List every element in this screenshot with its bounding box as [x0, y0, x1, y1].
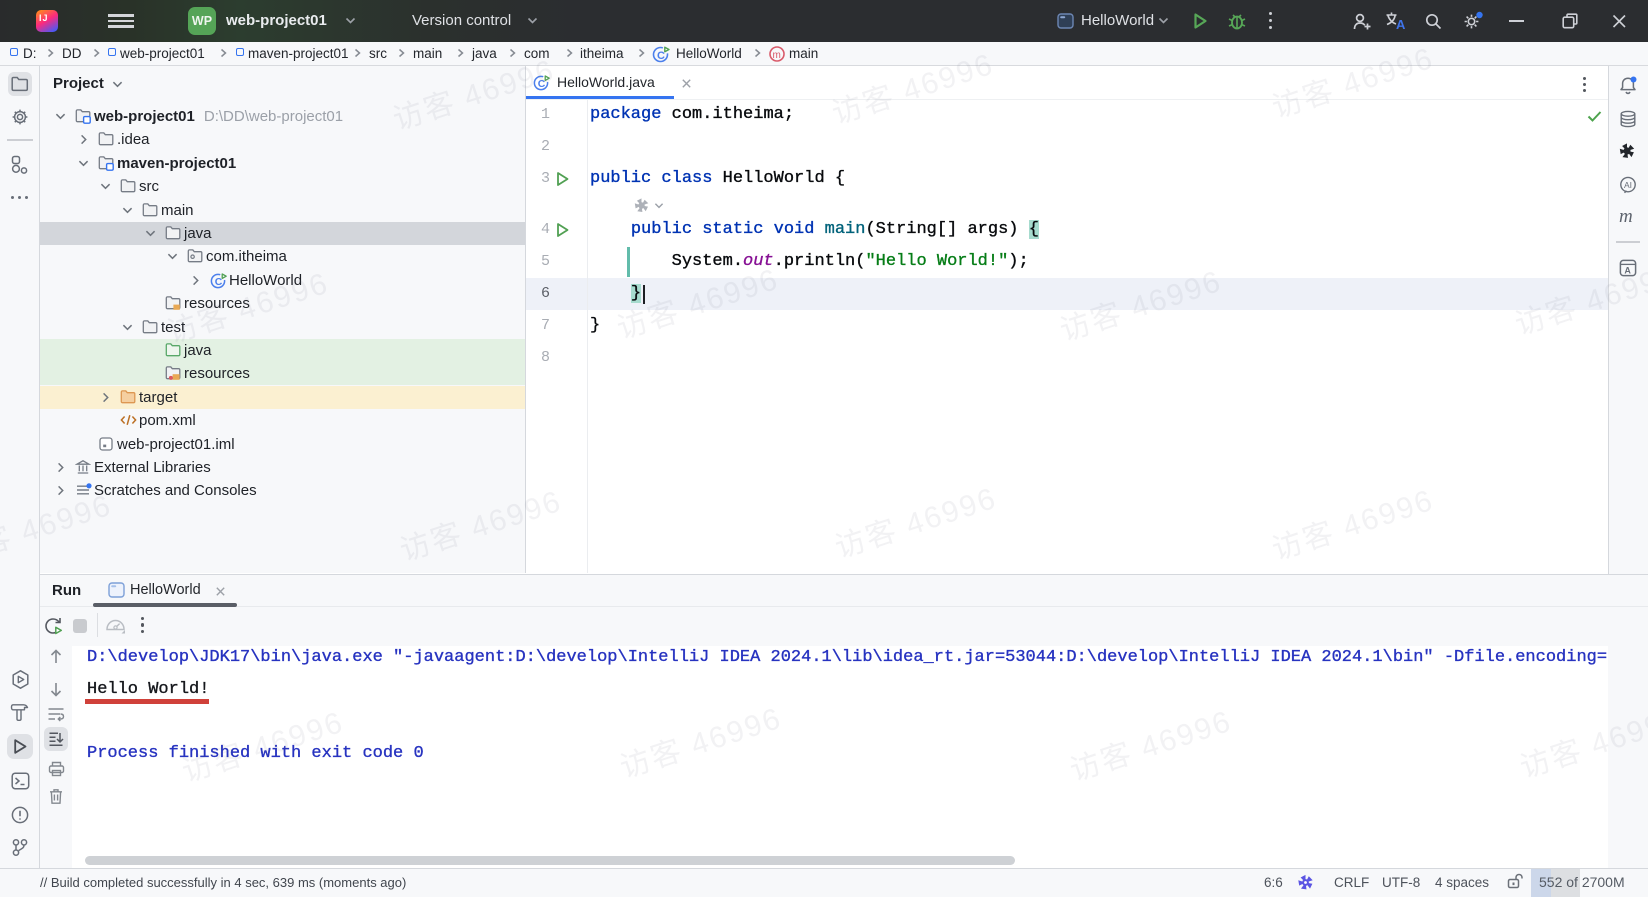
svg-text:AI: AI [1624, 180, 1632, 190]
svg-text:A: A [1396, 17, 1406, 31]
svg-text:A: A [1624, 266, 1631, 276]
svg-text:m: m [773, 50, 781, 61]
